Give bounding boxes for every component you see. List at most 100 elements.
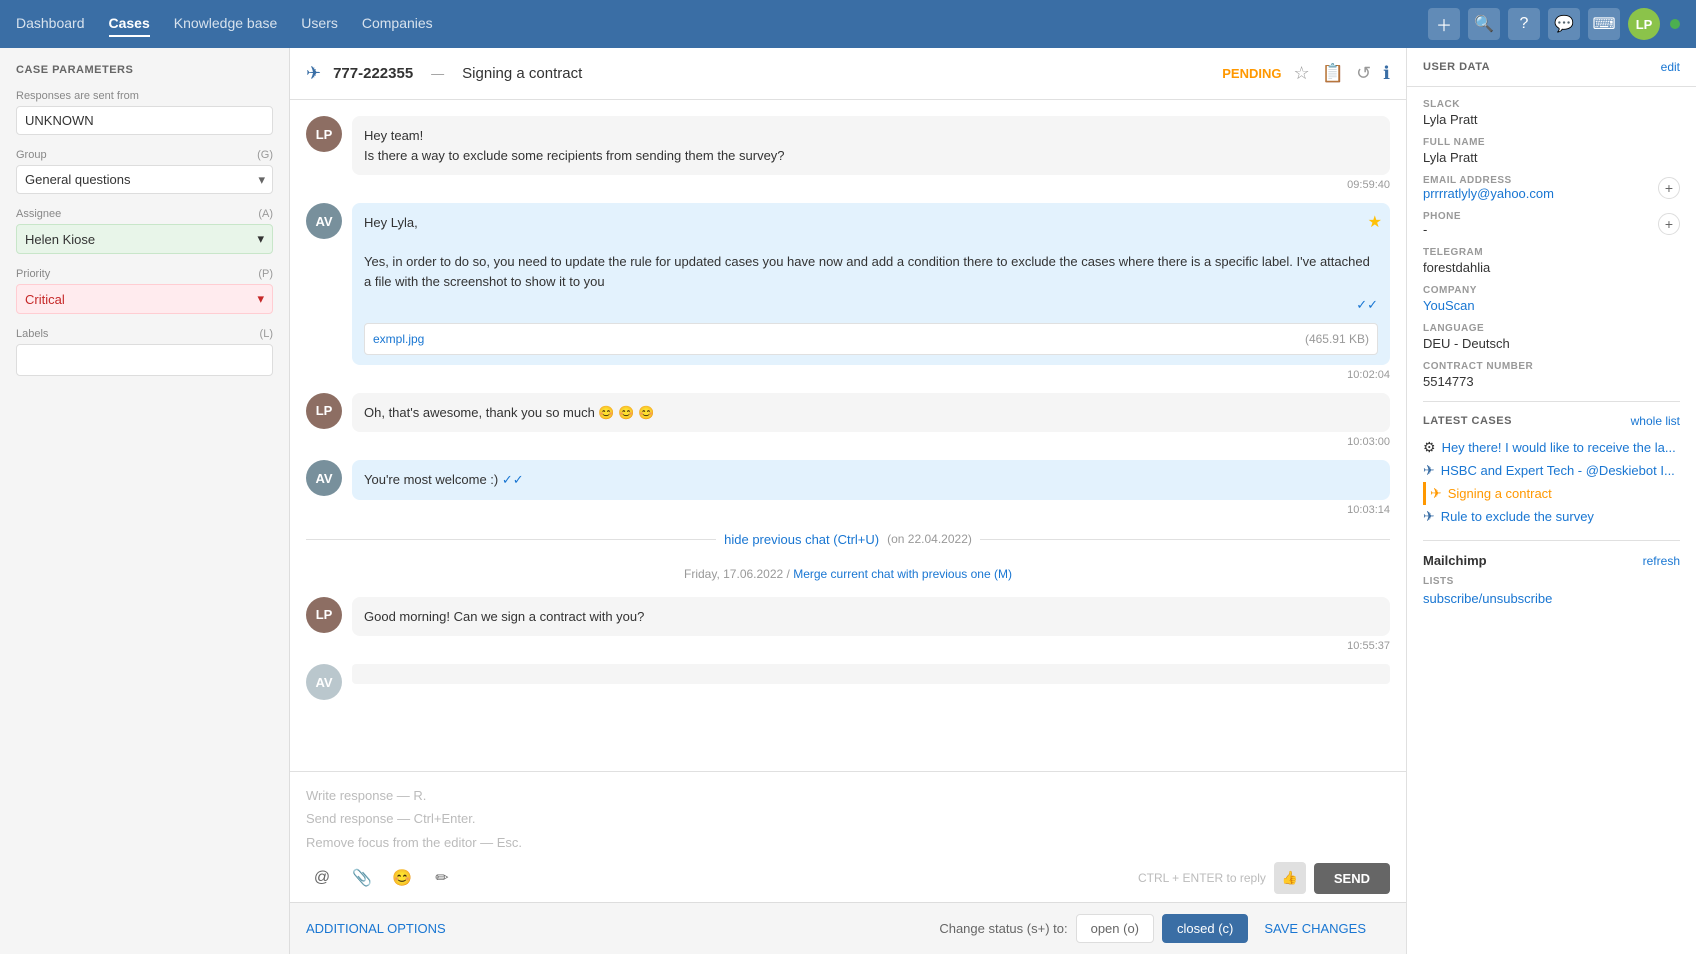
send-icon: ✈ [306, 63, 321, 84]
send-button[interactable]: SEND [1314, 863, 1390, 894]
msg-content-4: You're most welcome :) ✓✓ 10:03:14 [352, 460, 1390, 516]
note-icon[interactable]: 📋 [1322, 63, 1344, 84]
whole-list-link[interactable]: whole list [1631, 414, 1680, 428]
open-status-btn[interactable]: open (o) [1076, 914, 1154, 943]
case-text-1[interactable]: Hey there! I would like to receive the l… [1442, 440, 1680, 455]
add-email-btn[interactable]: + [1658, 177, 1680, 199]
hide-chat-date: (on 22.04.2022) [887, 532, 972, 546]
thumb-btn[interactable]: 👍 [1274, 862, 1306, 894]
help-icon-btn[interactable]: ? [1508, 8, 1540, 40]
header-right: PENDING ☆ 📋 ↺ ℹ [1222, 63, 1390, 84]
add-phone-btn[interactable]: + [1658, 213, 1680, 235]
recent-msg-avatar: LP [306, 597, 342, 633]
nav-knowledge-base[interactable]: Knowledge base [174, 11, 278, 37]
additional-options[interactable]: ADDITIONAL OPTIONS [306, 921, 446, 936]
message-2: ★ Hey Lyla,Yes, in order to do so, you n… [306, 203, 1390, 381]
user-avatar[interactable]: LP [1628, 8, 1660, 40]
msg-avatar-1: LP [306, 116, 342, 152]
case-status: PENDING [1222, 66, 1281, 81]
double-check-2: ✓✓ [1356, 295, 1378, 315]
recent-message: LP Good morning! Can we sign a contract … [306, 597, 1390, 653]
date-separator: Friday, 17.06.2022 / Merge current chat … [306, 563, 1390, 585]
assignee-field: Assignee (A) Helen Kiose ▾ [16, 208, 273, 254]
phone-label: PHONE [1423, 211, 1461, 222]
nav-items: Dashboard Cases Knowledge base Users Com… [16, 11, 1428, 37]
latest-cases: LATEST CASES whole list ⚙ Hey there! I w… [1407, 402, 1696, 540]
message-4: You're most welcome :) ✓✓ 10:03:14 AV [306, 460, 1390, 516]
online-status [1670, 19, 1680, 29]
msg-content-2: ★ Hey Lyla,Yes, in order to do so, you n… [352, 203, 1390, 381]
fullname-section: FULL NAME Lyla Pratt [1423, 137, 1680, 165]
lists-label: LISTS [1423, 576, 1680, 587]
lists-value[interactable]: subscribe/unsubscribe [1423, 591, 1680, 606]
priority-select[interactable]: Critical ▾ [16, 284, 273, 314]
msg-content-3: Oh, that's awesome, thank you so much 😊 … [352, 393, 1390, 449]
msg-text-2: Hey Lyla,Yes, in order to do so, you nee… [364, 215, 1370, 289]
hide-chat-link[interactable]: hide previous chat (Ctrl+U) [724, 532, 879, 547]
hide-chat-divider: hide previous chat (Ctrl+U) (on 22.04.20… [306, 528, 1390, 551]
mention-icon[interactable]: @ [306, 862, 338, 894]
msg-time-1: 09:59:40 [352, 179, 1390, 191]
status-bottom: Change status (s+) to: open (o) closed (… [923, 914, 1390, 943]
response-hint-2: Send response — Ctrl+Enter. [306, 807, 1390, 830]
company-section: COMPANY YouScan [1423, 285, 1680, 313]
email-section: EMAIL ADDRESS prrrratlyly@yahoo.com + [1423, 175, 1680, 201]
history-icon[interactable]: ↺ [1356, 63, 1371, 84]
bottom-bar: ADDITIONAL OPTIONS Change status (s+) to… [290, 902, 1406, 954]
nav-companies[interactable]: Companies [362, 11, 433, 37]
priority-shortcut: (P) [258, 268, 273, 280]
company-label: COMPANY [1423, 285, 1680, 296]
nav-dashboard[interactable]: Dashboard [16, 11, 85, 37]
response-placeholder: Write response — R. Send response — Ctrl… [306, 784, 1390, 854]
file-name-2[interactable]: exmpl.jpg [373, 330, 424, 348]
file-size-2: (465.91 KB) [1305, 330, 1369, 348]
mailchimp-title: Mailchimp [1423, 553, 1487, 568]
edit-user-link[interactable]: edit [1661, 60, 1680, 74]
magic-icon[interactable]: ✏ [426, 862, 458, 894]
search-icon-btn[interactable]: 🔍 [1468, 8, 1500, 40]
group-label: Group [16, 149, 47, 161]
attachment-icon[interactable]: 📎 [346, 862, 378, 894]
labels-input[interactable] [16, 344, 273, 376]
case-item-3: ✈ Signing a contract [1423, 482, 1680, 505]
nav-cases[interactable]: Cases [109, 11, 150, 37]
responses-from-input[interactable] [16, 106, 273, 135]
company-value[interactable]: YouScan [1423, 298, 1680, 313]
priority-label: Priority [16, 268, 50, 280]
save-changes-btn[interactable]: SAVE CHANGES [1256, 915, 1374, 942]
msg-text-4: You're most welcome :) ✓✓ [364, 472, 524, 487]
response-hint-3: Remove focus from the editor — Esc. [306, 831, 1390, 854]
responses-from-field: Responses are sent from [16, 90, 273, 135]
closed-status-btn[interactable]: closed (c) [1162, 914, 1248, 943]
info-icon[interactable]: ℹ [1383, 63, 1390, 84]
response-area: Write response — R. Send response — Ctrl… [290, 771, 1406, 902]
nav-users[interactable]: Users [301, 11, 338, 37]
refresh-link[interactable]: refresh [1643, 554, 1680, 568]
merge-link[interactable]: Merge current chat with previous one (M) [793, 567, 1012, 581]
chat-icon-btn[interactable]: 💬 [1548, 8, 1580, 40]
ctrl-hint: CTRL + ENTER to reply [1138, 871, 1266, 885]
mailchimp-header: Mailchimp refresh [1423, 553, 1680, 568]
keyboard-icon-btn[interactable]: ⌨ [1588, 8, 1620, 40]
case-number: 777-222355 [333, 65, 413, 82]
case-icon-3: ✈ [1430, 485, 1442, 502]
assignee-label: Assignee [16, 208, 61, 220]
case-text-3[interactable]: Signing a contract [1448, 486, 1680, 501]
latest-cases-header: LATEST CASES whole list [1423, 414, 1680, 428]
star-header-icon[interactable]: ☆ [1294, 63, 1310, 84]
file-attachment-2: exmpl.jpg (465.91 KB) [364, 323, 1378, 355]
add-icon-btn[interactable]: ＋ [1428, 8, 1460, 40]
user-info: SLACK Lyla Pratt FULL NAME Lyla Pratt EM… [1407, 87, 1696, 401]
slack-value: Lyla Pratt [1423, 112, 1680, 127]
language-section: LANGUAGE DEU - Deutsch [1423, 323, 1680, 351]
email-value[interactable]: prrrratlyly@yahoo.com [1423, 186, 1554, 201]
case-text-4[interactable]: Rule to exclude the survey [1441, 509, 1680, 524]
case-text-2[interactable]: HSBC and Expert Tech - @Deskiebot I... [1441, 463, 1680, 478]
assignee-select[interactable]: Helen Kiose ▾ [16, 224, 273, 254]
group-select[interactable]: General questions [16, 165, 273, 194]
msg-text-1: Hey team!Is there a way to exclude some … [364, 128, 785, 163]
emoji-icon[interactable]: 😊 [386, 862, 418, 894]
case-title: Signing a contract [462, 65, 582, 82]
group-select-wrap: General questions [16, 165, 273, 194]
send-area: CTRL + ENTER to reply 👍 SEND [1138, 862, 1390, 894]
